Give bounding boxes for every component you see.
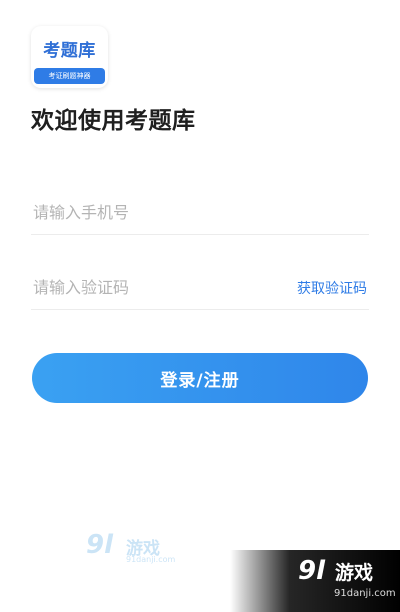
watermark-corner: 9l 游戏 91danji.com bbox=[230, 550, 400, 612]
welcome-heading: 欢迎使用考题库 bbox=[31, 108, 196, 134]
watermark-corner-brand: 游戏 bbox=[335, 562, 374, 584]
watermark-number: 9l bbox=[86, 530, 114, 560]
phone-input[interactable] bbox=[33, 197, 273, 227]
get-code-button[interactable]: 获取验证码 bbox=[297, 278, 367, 298]
watermark-corner-number: 9l bbox=[298, 556, 326, 586]
watermark-center: 9l 游戏 91danji.com bbox=[86, 530, 216, 568]
watermark-domain: 91danji.com bbox=[126, 555, 176, 564]
logo-tagline: 考证刷题神器 bbox=[34, 68, 105, 84]
phone-field-row bbox=[31, 191, 369, 235]
app-logo: 考题库 考证刷题神器 bbox=[31, 26, 108, 88]
code-field-row: 获取验证码 bbox=[31, 266, 369, 310]
logo-title: 考题库 bbox=[43, 41, 96, 61]
verification-code-input[interactable] bbox=[33, 272, 273, 302]
login-register-button[interactable]: 登录/注册 bbox=[32, 353, 368, 403]
watermark-corner-domain: 91danji.com bbox=[334, 588, 396, 599]
